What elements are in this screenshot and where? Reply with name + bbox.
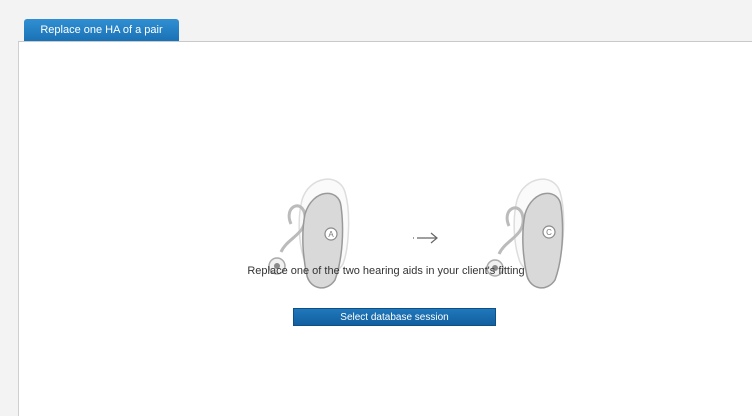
app-window: Replace one HA of a pair A C Replace one… [0, 0, 752, 416]
tab-replace-one-ha[interactable]: Replace one HA of a pair [24, 19, 179, 41]
hearing-aid-a-letter: A [328, 230, 334, 239]
content-panel: A C Replace one of the two hearing aids … [18, 42, 752, 416]
instruction-text: Replace one of the two hearing aids in y… [247, 265, 525, 277]
hearing-aid-c-letter: C [546, 228, 552, 237]
arrow-right-icon [413, 232, 438, 244]
select-database-session-button[interactable]: Select database session [293, 308, 496, 326]
